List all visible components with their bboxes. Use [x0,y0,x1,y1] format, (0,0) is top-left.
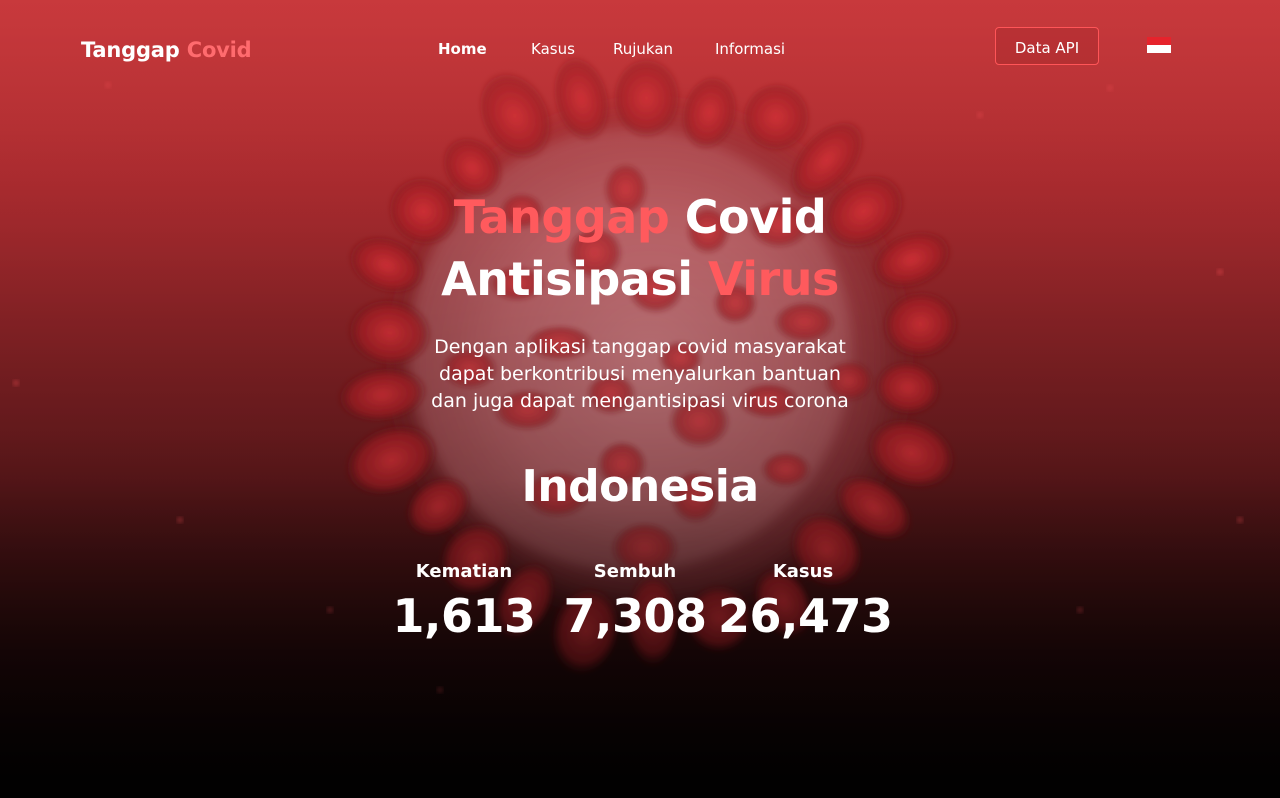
nav-item-informasi[interactable]: Informasi [715,40,785,58]
hero-description-line: dan juga dapat mengantisipasi virus coro… [431,390,849,412]
stat-recovered: Sembuh 7,308 [555,558,715,646]
flag-red-stripe [1147,37,1171,45]
data-api-button[interactable]: Data API [995,27,1099,65]
stat-cases-label: Kasus [772,561,834,582]
indonesia-flag-icon[interactable] [1147,37,1171,53]
nav-item-home[interactable]: Home [438,40,487,58]
stat-recovered-value: 7,308 [563,589,707,643]
hero-section: Tanggap Covid Antisipasi Virus Dengan ap… [0,0,1280,798]
stat-cases-value: 26,473 [718,589,893,643]
flag-white-stripe [1147,45,1171,53]
hero-title-accent-1: Tanggap [453,190,670,244]
stat-deaths: Kematian 1,613 [384,558,544,646]
stat-deaths-value: 1,613 [392,589,536,643]
stat-cases: Kasus 26,473 [718,558,893,646]
hero-title-text-1: Covid [684,190,827,244]
hero-title: Tanggap Covid Antisipasi Virus [0,186,1280,310]
hero-description-line: Dengan aplikasi tanggap covid masyarakat [434,336,846,358]
country-heading: Indonesia [521,461,759,512]
stat-recovered-label: Sembuh [593,561,677,582]
navbar: Tanggap Covid Home Kasus Rujukan Informa… [0,0,1280,100]
hero-title-accent-2: Virus [708,252,839,306]
nav-item-rujukan[interactable]: Rujukan [613,40,673,58]
hero-description: Dengan aplikasi tanggap covid masyarakat… [340,334,940,415]
stat-deaths-label: Kematian [415,561,513,582]
hero-title-text-2: Antisipasi [441,252,693,306]
landing-page: Tanggap Covid Home Kasus Rujukan Informa… [0,0,1280,798]
nav-item-kasus[interactable]: Kasus [531,40,575,58]
hero-description-line: dapat berkontribusi menyalurkan bantuan [439,363,841,385]
